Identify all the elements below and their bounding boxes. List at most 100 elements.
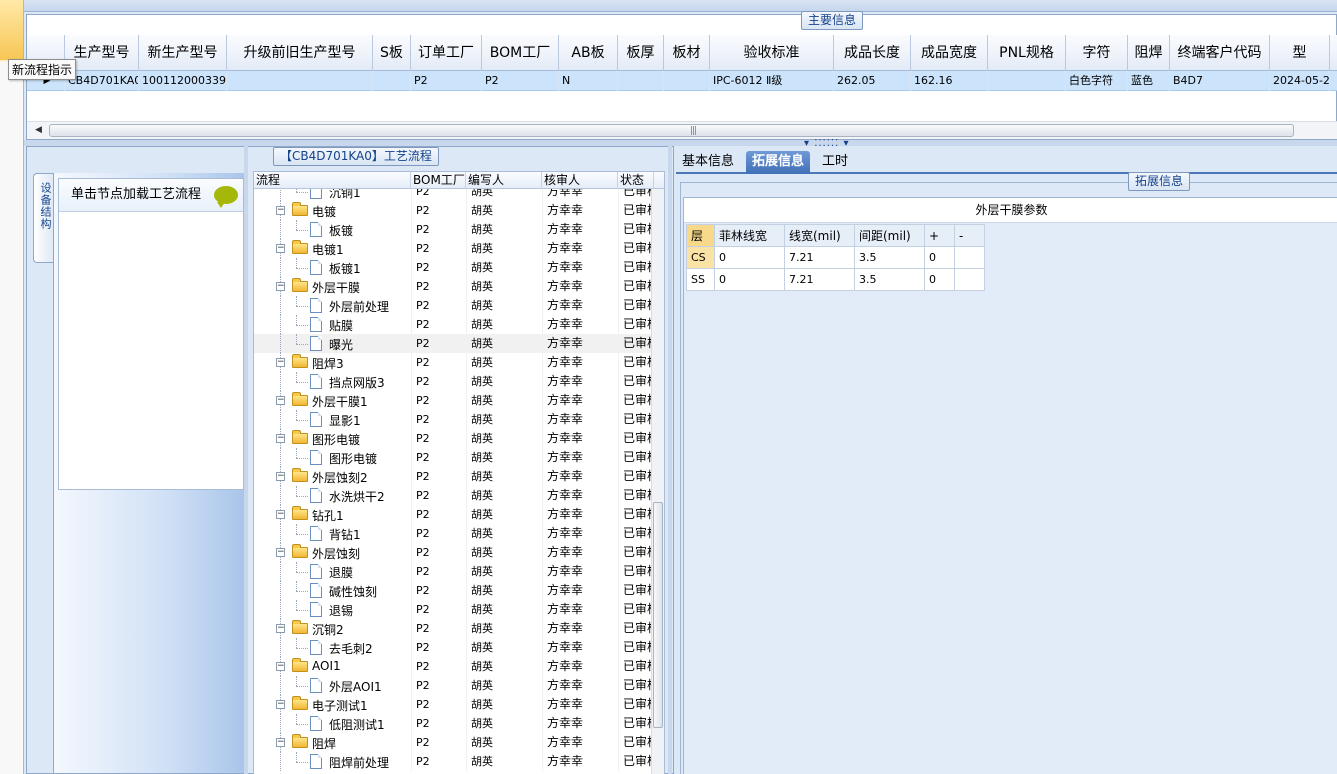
tree-node[interactable]: − AOI1	[254, 657, 411, 676]
grid-cell[interactable]: 白色字符	[1066, 71, 1128, 91]
tree-row[interactable]: 低阻测试1 P2胡英方幸幸已审核	[254, 714, 654, 733]
param-cell[interactable]	[954, 268, 985, 291]
param-cell[interactable]: 0	[714, 268, 785, 291]
tree-node[interactable]: 水洗烘干2	[254, 486, 411, 505]
tab-extended-info[interactable]: 拓展信息	[746, 151, 811, 174]
param-cell[interactable]: 7.21	[784, 268, 855, 291]
tree-row[interactable]: − AOI1 P2胡英方幸幸已审核	[254, 657, 654, 676]
tab-device-structure[interactable]: 设备结构	[33, 173, 53, 263]
tree-node[interactable]: − 电镀1	[254, 239, 411, 258]
grid-cell[interactable]	[618, 71, 664, 91]
tree-column-header[interactable]: BOM工厂	[411, 172, 466, 189]
tree-row[interactable]: − 外层干膜 P2胡英方幸幸已审核	[254, 277, 654, 296]
column-header[interactable]: 终端客户代码	[1170, 35, 1270, 71]
collapse-icon[interactable]: −	[276, 206, 285, 215]
tree-row[interactable]: − 电镀 P2胡英方幸幸已审核	[254, 201, 654, 220]
left-vertical-splitter[interactable]	[244, 146, 248, 774]
column-header[interactable]: S板	[373, 35, 411, 71]
tree-node[interactable]: 曝光	[254, 334, 411, 353]
collapse-icon[interactable]: −	[276, 282, 285, 291]
tree-row[interactable]: 板镀1 P2胡英方幸幸已审核	[254, 258, 654, 277]
tree-node[interactable]: − 沉铜2	[254, 619, 411, 638]
grid-cell[interactable]: N	[559, 71, 618, 91]
collapse-icon[interactable]: −	[276, 662, 285, 671]
tree-row[interactable]: 退锡 P2胡英方幸幸已审核	[254, 600, 654, 619]
tree-node[interactable]: 显影1	[254, 410, 411, 429]
param-header-cell[interactable]: 层	[686, 224, 715, 247]
tree-row[interactable]: 图形电镀 P2胡英方幸幸已审核	[254, 448, 654, 467]
tree-row[interactable]: 板镀 P2胡英方幸幸已审核	[254, 220, 654, 239]
tree-row[interactable]: 碱性蚀刻 P2胡英方幸幸已审核	[254, 581, 654, 600]
horizontal-scrollbar[interactable]: ◀ |||	[27, 121, 1337, 139]
tree-row[interactable]: − 外层干膜1 P2胡英方幸幸已审核	[254, 391, 654, 410]
tree-row[interactable]: − 外层蚀刻2 P2胡英方幸幸已审核	[254, 467, 654, 486]
param-header-cell[interactable]: 间距(mil)	[854, 224, 925, 247]
grid-cell[interactable]: 2024-05-2	[1270, 71, 1330, 91]
param-header-cell[interactable]: 菲林线宽	[714, 224, 785, 247]
column-header[interactable]: 型	[1270, 35, 1330, 71]
tree-row[interactable]: 挡点网版3 P2胡英方幸幸已审核	[254, 372, 654, 391]
tree-row[interactable]: 背钻1 P2胡英方幸幸已审核	[254, 524, 654, 543]
collapse-icon[interactable]: −	[276, 244, 285, 253]
tree-row[interactable]: − 阻焊 P2胡英方幸幸已审核	[254, 733, 654, 752]
tree-node[interactable]: 退锡	[254, 600, 411, 619]
tree-node[interactable]: 退膜	[254, 562, 411, 581]
tree-node[interactable]: − 阻焊	[254, 733, 411, 752]
param-row[interactable]: SS 0 7.21 3.5 0	[686, 268, 985, 291]
column-header[interactable]: 板材	[664, 35, 710, 71]
collapse-icon[interactable]: −	[276, 396, 285, 405]
tree-node[interactable]: 板镀1	[254, 258, 411, 277]
right-vertical-splitter[interactable]	[668, 146, 672, 774]
column-header[interactable]: 验收标准	[710, 35, 834, 71]
grid-cell[interactable]	[373, 71, 411, 91]
column-header[interactable]: 阻焊	[1128, 35, 1170, 71]
collapse-icon[interactable]: −	[276, 548, 285, 557]
tree-node[interactable]: 背钻1	[254, 524, 411, 543]
column-header[interactable]: 升级前旧生产型号	[227, 35, 373, 71]
tree-row[interactable]: − 电镀1 P2胡英方幸幸已审核	[254, 239, 654, 258]
tree-node[interactable]: 挡点网版3	[254, 372, 411, 391]
column-header[interactable]: 字符	[1066, 35, 1128, 71]
grid-cell[interactable]: B4D7	[1170, 71, 1270, 91]
tree-node[interactable]: 碱性蚀刻	[254, 581, 411, 600]
tree-node[interactable]: 低阻测试1	[254, 714, 411, 733]
tree-node[interactable]: 板镀	[254, 220, 411, 239]
column-header[interactable]: AB板	[559, 35, 618, 71]
tree-row[interactable]: 水洗烘干2 P2胡英方幸幸已审核	[254, 486, 654, 505]
tree-row[interactable]: − 外层蚀刻 P2胡英方幸幸已审核	[254, 543, 654, 562]
param-cell[interactable]	[954, 246, 985, 269]
tree-scroll-thumb[interactable]	[653, 502, 663, 728]
tree-node[interactable]: 贴膜	[254, 315, 411, 334]
tab-basic-info[interactable]: 基本信息	[676, 151, 740, 174]
grid-cell[interactable]: 10011200033947	[139, 71, 227, 91]
scroll-thumb[interactable]: |||	[49, 124, 1294, 137]
tree-node[interactable]: 去毛刺2	[254, 638, 411, 657]
column-header[interactable]: BOM工厂	[482, 35, 559, 71]
tree-column-header[interactable]: 状态	[618, 172, 654, 189]
grid-cell[interactable]: P2	[482, 71, 559, 91]
column-header[interactable]: 订单工厂	[411, 35, 482, 71]
tree-column-header[interactable]: 编写人	[466, 172, 542, 189]
tree-node[interactable]: − 外层干膜1	[254, 391, 411, 410]
tree-column-header[interactable]: 核审人	[542, 172, 618, 189]
param-cell[interactable]: CS	[686, 246, 715, 269]
column-header[interactable]: PNL规格	[988, 35, 1066, 71]
tree-row[interactable]: 外层前处理 P2胡英方幸幸已审核	[254, 296, 654, 315]
load-flow-header[interactable]: 单击节点加载工艺流程	[59, 179, 243, 212]
tree-row[interactable]: 去毛刺2 P2胡英方幸幸已审核	[254, 638, 654, 657]
param-cell[interactable]: 0	[714, 246, 785, 269]
scroll-left-icon[interactable]: ◀	[35, 125, 42, 135]
tree-row[interactable]: 贴膜 P2胡英方幸幸已审核	[254, 315, 654, 334]
collapse-icon[interactable]: −	[276, 358, 285, 367]
tree-node[interactable]: − 阻焊3	[254, 353, 411, 372]
grid-cell[interactable]: 162.16	[911, 71, 988, 91]
collapse-icon[interactable]: −	[276, 738, 285, 747]
collapse-icon[interactable]: −	[276, 700, 285, 709]
grid-cell[interactable]	[664, 71, 710, 91]
param-header-cell[interactable]: 线宽(mil)	[784, 224, 855, 247]
tree-node[interactable]: − 外层蚀刻	[254, 543, 411, 562]
param-cell[interactable]: 0	[924, 268, 955, 291]
collapse-icon[interactable]: −	[276, 434, 285, 443]
main-grid-row[interactable]: ▶CB4D701KA010011200033947P2P2NIPC-6012 Ⅱ…	[27, 71, 1337, 91]
param-cell[interactable]: 3.5	[854, 246, 925, 269]
